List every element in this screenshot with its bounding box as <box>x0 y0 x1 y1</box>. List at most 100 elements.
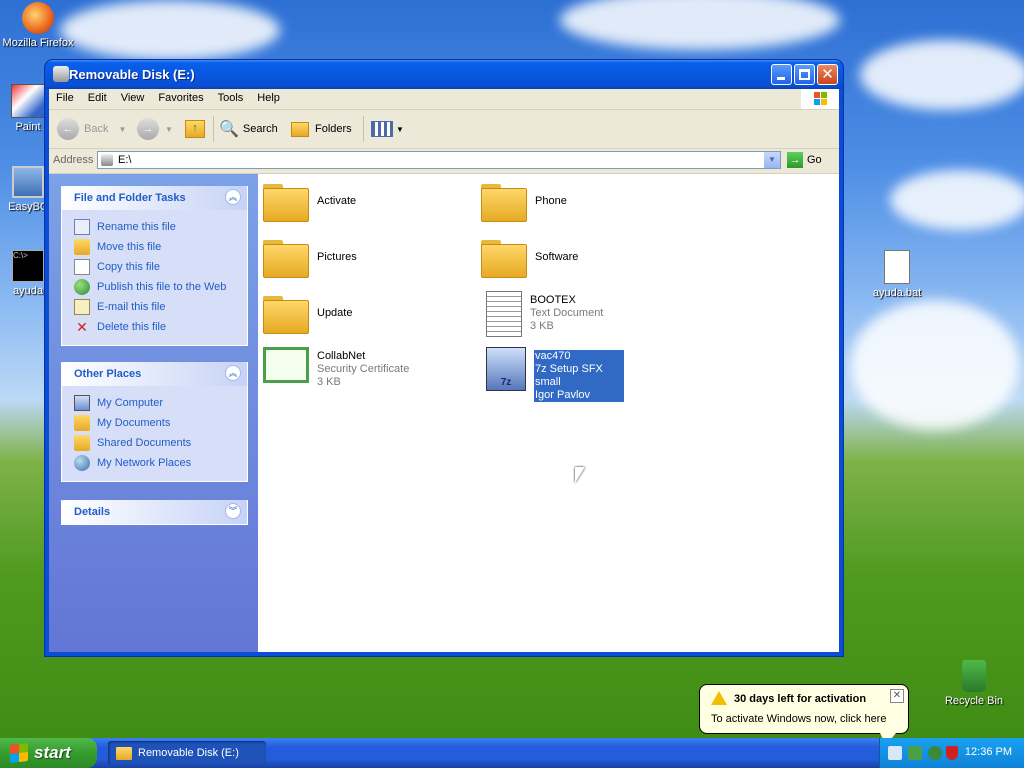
file-item-update[interactable]: Update <box>263 296 352 334</box>
file-list: Activate Phone Pictures Software Update … <box>258 174 839 652</box>
maximize-button[interactable] <box>794 64 815 85</box>
file-folder-tasks-panel: File and Folder Tasks ︽ Rename this file … <box>61 186 248 346</box>
menu-tools[interactable]: Tools <box>211 89 251 104</box>
go-button[interactable]: → Go <box>787 152 822 168</box>
details-panel: Details ︾ <box>61 500 248 525</box>
certificate-icon <box>263 347 309 383</box>
task-move[interactable]: Move this file <box>74 237 235 257</box>
collapse-chevron-icon[interactable]: ︽ <box>225 365 241 381</box>
balloon-text[interactable]: To activate Windows now, click here <box>711 713 886 725</box>
tray-security-shield-icon[interactable] <box>946 746 958 760</box>
minimize-button[interactable] <box>771 64 792 85</box>
title-bar[interactable]: Removable Disk (E:) ✕ <box>45 60 843 89</box>
address-dropdown-button[interactable]: ▼ <box>764 152 780 168</box>
minimize-icon <box>777 77 785 80</box>
desktop-icon-firefox[interactable]: Mozilla Firefox <box>0 2 76 49</box>
task-copy[interactable]: Copy this file <box>74 257 235 277</box>
task-pane: File and Folder Tasks ︽ Rename this file … <box>49 174 258 652</box>
taskbar: start Removable Disk (E:) 12:36 PM <box>0 738 1024 768</box>
toolbar-separator <box>363 116 364 142</box>
task-rename[interactable]: Rename this file <box>74 217 235 237</box>
menu-view[interactable]: View <box>114 89 152 104</box>
collapse-chevron-icon[interactable]: ︽ <box>225 189 241 205</box>
file-item-collabnet[interactable]: CollabNet Security Certificate 3 KB <box>263 347 409 389</box>
toolbar-separator <box>213 116 214 142</box>
up-folder-icon: ↑ <box>185 120 205 138</box>
menu-help[interactable]: Help <box>250 89 287 104</box>
close-icon: ✕ <box>821 66 834 83</box>
7z-setup-icon: 7z <box>486 347 526 391</box>
views-button[interactable]: ▼ <box>371 118 404 140</box>
tray-network-icon[interactable] <box>888 746 902 760</box>
cloud <box>60 0 280 60</box>
address-bar: Address E:\ ▼ → Go <box>49 149 839 174</box>
chevron-down-icon: ▼ <box>768 155 776 164</box>
forward-button[interactable]: → ▼ <box>137 118 173 140</box>
task-delete[interactable]: ✕ Delete this file <box>74 317 235 337</box>
file-item-activate[interactable]: Activate <box>263 184 356 222</box>
tray-monitor-icon[interactable] <box>908 746 922 760</box>
batch-file-icon <box>884 250 910 284</box>
panel-header[interactable]: Details ︾ <box>62 500 247 524</box>
file-item-bootex[interactable]: BOOTEX Text Document 3 KB <box>486 291 603 337</box>
activation-balloon[interactable]: 30 days left for activation To activate … <box>699 684 909 745</box>
file-item-pictures[interactable]: Pictures <box>263 240 357 278</box>
close-button[interactable]: ✕ <box>817 64 838 85</box>
cloud <box>560 0 840 50</box>
email-icon <box>74 299 90 315</box>
window-title: Removable Disk (E:) <box>69 67 195 82</box>
window-body: File Edit View Favorites Tools Help ← Back ▼ … <box>49 89 839 652</box>
file-item-vac470[interactable]: 7z vac470 7z Setup SFX small Igor Pavlov <box>486 347 624 402</box>
place-my-network[interactable]: My Network Places <box>74 453 235 473</box>
menu-edit[interactable]: Edit <box>81 89 114 104</box>
globe-icon <box>74 279 90 295</box>
search-button[interactable]: 🔍 Search <box>219 118 278 140</box>
menu-bar: File Edit View Favorites Tools Help <box>49 89 839 110</box>
paint-icon <box>11 84 45 118</box>
desktop-icon-recycle-bin[interactable]: Recycle Bin <box>936 660 1012 707</box>
place-my-documents[interactable]: My Documents <box>74 413 235 433</box>
address-input[interactable]: E:\ ▼ <box>97 151 781 169</box>
place-my-computer[interactable]: My Computer <box>74 393 235 413</box>
tray-update-icon[interactable] <box>928 746 942 760</box>
drive-icon <box>101 154 113 166</box>
up-folder-button[interactable]: ↑ <box>185 118 205 140</box>
move-icon <box>74 239 90 255</box>
panel-header[interactable]: File and Folder Tasks ︽ <box>62 186 247 210</box>
balloon-title: 30 days left for activation <box>734 693 867 705</box>
file-item-phone[interactable]: Phone <box>481 184 567 222</box>
menu-favorites[interactable]: Favorites <box>151 89 210 104</box>
desktop-icon-label: Mozilla Firefox <box>2 37 74 49</box>
folder-icon <box>263 240 309 278</box>
maximize-icon <box>799 69 810 80</box>
explorer-window: Removable Disk (E:) ✕ File Edit View Favori… <box>45 60 843 656</box>
clock[interactable]: 12:36 PM <box>965 746 1012 758</box>
text-document-icon <box>486 291 522 337</box>
warning-icon <box>711 691 727 705</box>
cloud <box>890 170 1024 230</box>
file-item-software[interactable]: Software <box>481 240 578 278</box>
start-button[interactable]: start <box>0 738 97 768</box>
folder-icon <box>481 240 527 278</box>
place-shared-documents[interactable]: Shared Documents <box>74 433 235 453</box>
taskbar-item-removable-disk[interactable]: Removable Disk (E:) <box>108 741 266 765</box>
search-icon: 🔍 <box>219 121 239 138</box>
back-arrow-icon: ← <box>57 118 79 140</box>
go-arrow-icon: → <box>787 152 803 168</box>
system-tray: 12:36 PM <box>879 738 1024 768</box>
task-email[interactable]: E-mail this file <box>74 297 235 317</box>
desktop-icon-ayuda-bat[interactable]: ayuda.bat <box>859 250 935 299</box>
folders-button[interactable]: Folders <box>291 118 352 140</box>
forward-arrow-icon: → <box>137 118 159 140</box>
balloon-close-button[interactable]: ✕ <box>890 689 904 703</box>
windows-logo-icon <box>801 89 839 109</box>
panel-header[interactable]: Other Places ︽ <box>62 362 247 386</box>
folder-icon <box>481 184 527 222</box>
back-button[interactable]: ← Back ▼ <box>57 118 126 140</box>
menu-file[interactable]: File <box>49 89 81 104</box>
dropdown-arrow-icon: ▼ <box>118 124 127 134</box>
mouse-cursor-icon <box>575 467 585 483</box>
folder-icon <box>263 296 309 334</box>
task-publish[interactable]: Publish this file to the Web <box>74 277 235 297</box>
expand-chevron-icon[interactable]: ︾ <box>225 503 241 519</box>
